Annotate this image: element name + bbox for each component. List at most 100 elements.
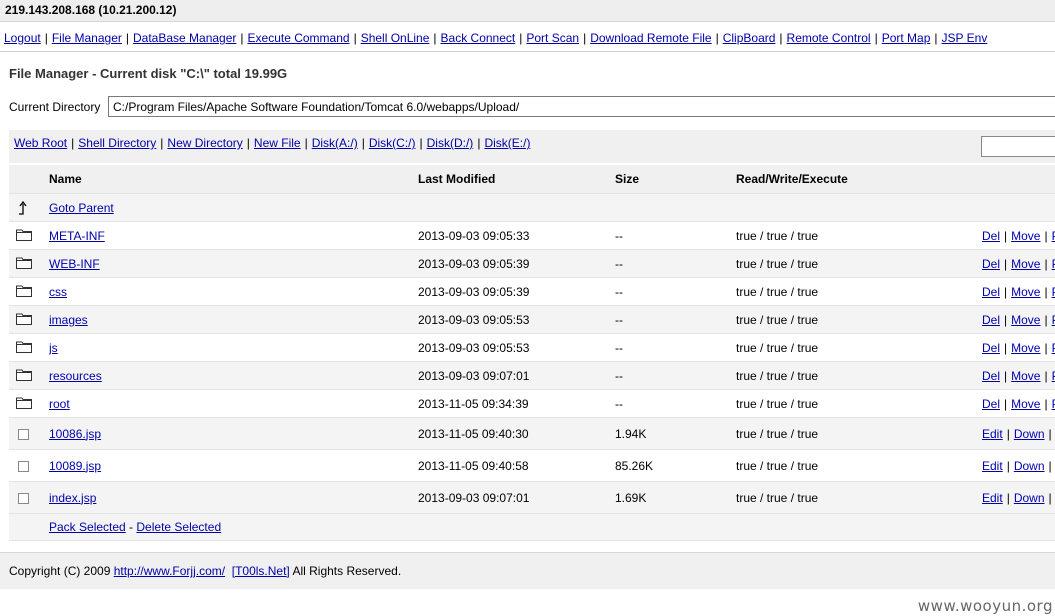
link-separator: | xyxy=(1004,228,1008,243)
bulk-actions-separator: - xyxy=(125,520,137,534)
folder-name-link[interactable]: css xyxy=(49,285,67,299)
toolbar-disk-a-link[interactable]: Disk(A:/) xyxy=(312,136,358,150)
action-p-link[interactable]: P xyxy=(1052,229,1055,243)
pack-selected-link[interactable]: Pack Selected xyxy=(49,520,126,534)
nav-port-map-link[interactable]: Port Map xyxy=(882,31,931,45)
toolbar-input[interactable] xyxy=(981,136,1055,157)
row-icon-cell xyxy=(9,361,49,390)
nav-shell-online-link[interactable]: Shell OnLine xyxy=(361,31,430,45)
link-separator: | xyxy=(433,31,437,45)
toolbar-shell-directory-link[interactable]: Shell Directory xyxy=(78,136,156,150)
file-name-link[interactable]: index.jsp xyxy=(49,491,96,505)
nav-port-scan-link[interactable]: Port Scan xyxy=(526,31,579,45)
nav-clipboard-link[interactable]: ClipBoard xyxy=(723,31,776,45)
action-down-link[interactable]: Down xyxy=(1014,491,1045,505)
row-icon-cell xyxy=(9,449,49,482)
toolbar-disk-e-link[interactable]: Disk(E:/) xyxy=(484,136,530,150)
action-del-link[interactable]: Del xyxy=(982,369,1000,383)
link-separator: | xyxy=(304,136,308,150)
action-move-link[interactable]: Move xyxy=(1011,229,1040,243)
nav-execute-command-link[interactable]: Execute Command xyxy=(248,31,350,45)
action-del-link[interactable]: Del xyxy=(982,313,1000,327)
toolbar-new-file-link[interactable]: New File xyxy=(254,136,301,150)
permission-cell: true / true / true xyxy=(736,221,982,250)
size-cell: -- xyxy=(615,305,736,334)
current-directory-input[interactable] xyxy=(108,96,1055,117)
name-cell: WEB-INF xyxy=(49,249,418,278)
toolbar-disk-c-link[interactable]: Disk(C:/) xyxy=(369,136,416,150)
action-del-link[interactable]: Del xyxy=(982,341,1000,355)
action-move-link[interactable]: Move xyxy=(1011,341,1040,355)
forjj-link[interactable]: http://www.Forjj.com/ xyxy=(114,564,225,578)
action-p-link[interactable]: P xyxy=(1052,313,1055,327)
link-separator: | xyxy=(1006,426,1010,441)
folder-icon xyxy=(16,256,32,272)
link-separator: | xyxy=(1004,368,1008,383)
folder-name-link[interactable]: js xyxy=(49,341,58,355)
row-icon-cell xyxy=(9,277,49,306)
action-p-link[interactable]: P xyxy=(1052,285,1055,299)
name-cell: 10086.jsp xyxy=(49,417,418,450)
size-cell: -- xyxy=(615,221,736,250)
actions-cell: Del|Move|P xyxy=(982,221,1055,250)
file-name-link[interactable]: 10089.jsp xyxy=(49,459,101,473)
link-separator: | xyxy=(1044,284,1048,299)
action-edit-link[interactable]: Edit xyxy=(982,427,1003,441)
action-down-link[interactable]: Down xyxy=(1014,459,1045,473)
action-p-link[interactable]: P xyxy=(1052,369,1055,383)
toolbar-disk-d-link[interactable]: Disk(D:/) xyxy=(427,136,474,150)
link-separator: | xyxy=(71,136,75,150)
nav-remote-control-link[interactable]: Remote Control xyxy=(787,31,871,45)
action-move-link[interactable]: Move xyxy=(1011,257,1040,271)
nav-jsp-env-link[interactable]: JSP Env xyxy=(942,31,988,45)
toolbar-web-root-link[interactable]: Web Root xyxy=(14,136,67,150)
t00ls-link[interactable]: [T00ls.Net] xyxy=(232,564,290,578)
nav-logout-link[interactable]: Logout xyxy=(4,31,41,45)
action-del-link[interactable]: Del xyxy=(982,397,1000,411)
folder-name-link[interactable]: resources xyxy=(49,369,102,383)
action-move-link[interactable]: Move xyxy=(1011,369,1040,383)
action-move-link[interactable]: Move xyxy=(1011,285,1040,299)
link-separator: | xyxy=(779,31,783,45)
nav-database-manager-link[interactable]: DataBase Manager xyxy=(133,31,236,45)
action-del-link[interactable]: Del xyxy=(982,257,1000,271)
folder-name-link[interactable]: WEB-INF xyxy=(49,257,100,271)
action-del-link[interactable]: Del xyxy=(982,285,1000,299)
name-cell: root xyxy=(49,389,418,418)
row-icon-cell xyxy=(9,417,49,450)
delete-selected-link[interactable]: Delete Selected xyxy=(136,520,221,534)
modified-cell: 2013-09-03 09:05:39 xyxy=(418,249,615,278)
action-move-link[interactable]: Move xyxy=(1011,397,1040,411)
modified-cell: 2013-09-03 09:07:01 xyxy=(418,481,615,514)
file-checkbox[interactable] xyxy=(18,460,29,472)
permission-cell: true / true / true xyxy=(736,333,982,362)
action-p-link[interactable]: P xyxy=(1052,397,1055,411)
folder-icon xyxy=(16,284,32,300)
link-separator: | xyxy=(1004,340,1008,355)
folder-name-link[interactable]: META-INF xyxy=(49,229,105,243)
goto-parent-link[interactable]: Goto Parent xyxy=(49,201,114,215)
action-down-link[interactable]: Down xyxy=(1014,427,1045,441)
action-p-link[interactable]: P xyxy=(1052,341,1055,355)
nav-download-remote-file-link[interactable]: Download Remote File xyxy=(590,31,711,45)
file-name-link[interactable]: 10086.jsp xyxy=(49,427,101,441)
action-move-link[interactable]: Move xyxy=(1011,313,1040,327)
up-arrow-icon xyxy=(19,200,27,215)
action-p-link[interactable]: P xyxy=(1052,257,1055,271)
folder-row: images 2013-09-03 09:05:53 -- true / true /… xyxy=(9,305,1055,334)
nav-back-connect-link[interactable]: Back Connect xyxy=(441,31,516,45)
action-edit-link[interactable]: Edit xyxy=(982,491,1003,505)
folder-name-link[interactable]: root xyxy=(49,397,70,411)
actions-cell: Del|Move|P xyxy=(982,361,1055,390)
file-checkbox[interactable] xyxy=(18,492,29,504)
nav-file-manager-link[interactable]: File Manager xyxy=(52,31,122,45)
toolbar-new-directory-link[interactable]: New Directory xyxy=(167,136,242,150)
file-checkbox[interactable] xyxy=(18,428,29,440)
action-edit-link[interactable]: Edit xyxy=(982,459,1003,473)
link-separator: | xyxy=(715,31,719,45)
action-del-link[interactable]: Del xyxy=(982,229,1000,243)
folder-name-link[interactable]: images xyxy=(49,313,88,327)
parent-row: Goto Parent xyxy=(9,193,1055,222)
actions-cell: Del|Move|P xyxy=(982,249,1055,278)
page-title: File Manager - Current disk "C:\" total … xyxy=(9,66,288,81)
